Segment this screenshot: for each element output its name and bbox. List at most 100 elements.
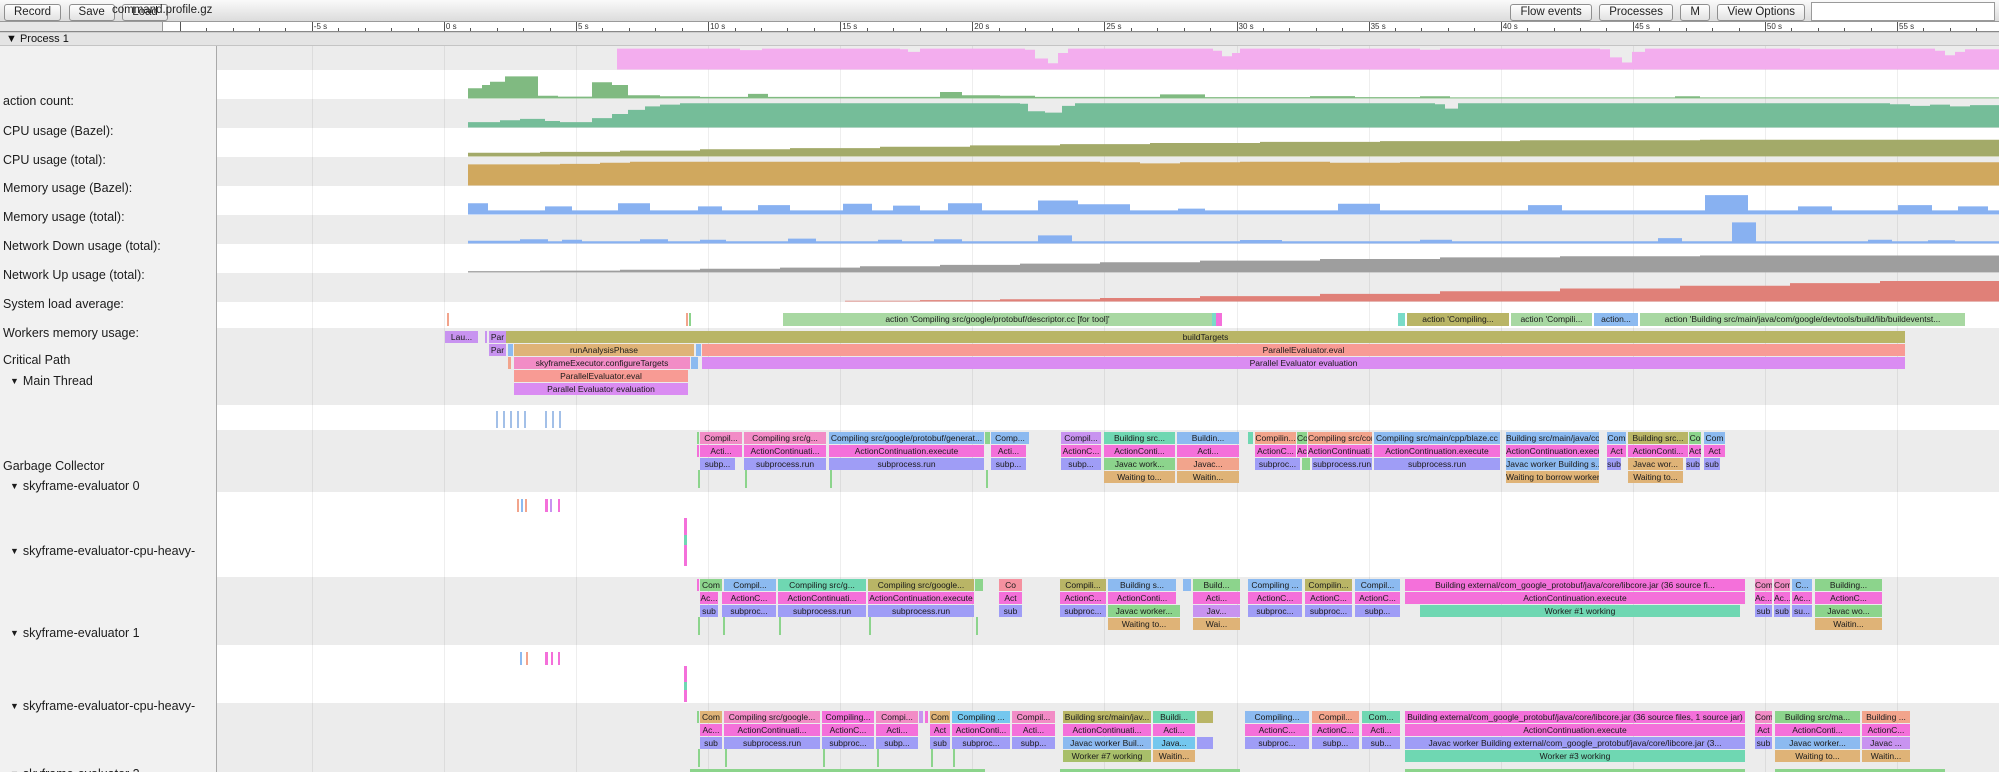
trace-span[interactable]: Waitin... — [1177, 471, 1239, 483]
trace-span[interactable] — [517, 499, 519, 512]
trace-span[interactable]: Jav... — [1193, 605, 1240, 617]
trace-span[interactable] — [723, 617, 725, 635]
trace-span[interactable]: ActionContinuati... — [1308, 445, 1372, 457]
trace-span[interactable]: Compiling src/google/protobuf/generat... — [829, 432, 984, 444]
timeline-ruler[interactable]: -5 s0 s5 s10 s15 s20 s25 s30 s35 s40 s45… — [0, 22, 1999, 32]
trace-span[interactable] — [545, 411, 547, 428]
trace-span[interactable] — [830, 470, 832, 488]
record-button[interactable]: Record — [4, 4, 61, 21]
trace-span[interactable] — [725, 749, 727, 767]
trace-span[interactable]: ActionC... — [1815, 592, 1882, 604]
trace-span[interactable]: ActionContinuati... — [724, 724, 820, 736]
trace-span[interactable]: Compiling src/g... — [778, 579, 866, 591]
trace-span[interactable]: Building... — [1815, 579, 1882, 591]
trace-span[interactable]: Co — [999, 579, 1022, 591]
trace-span[interactable]: subp... — [1061, 458, 1101, 470]
trace-span[interactable]: Javac worker Building external/com_googl… — [1405, 737, 1745, 749]
trace-span[interactable]: Act — [1704, 445, 1725, 457]
trace-span[interactable]: Lau... — [445, 331, 478, 343]
trace-span[interactable]: Compiling src/core/... — [1308, 432, 1372, 444]
trace-span[interactable]: sub — [1686, 458, 1700, 470]
trace-span[interactable]: Ac... — [1792, 592, 1812, 604]
trace-span[interactable] — [698, 617, 700, 635]
trace-span[interactable]: Building external/com_google_protobuf/ja… — [1405, 711, 1745, 723]
trace-span[interactable]: ActionC... — [822, 724, 874, 736]
trace-span[interactable]: subprocess.run — [1374, 458, 1500, 470]
trace-span[interactable] — [520, 652, 522, 665]
trace-span[interactable]: Waitin... — [1862, 750, 1910, 762]
trace-span[interactable] — [779, 617, 781, 635]
trace-span[interactable]: action 'Compiling src/google/protobuf/de… — [783, 313, 1212, 326]
trace-span[interactable]: sub — [999, 605, 1022, 617]
trace-span[interactable] — [551, 652, 553, 665]
trace-span[interactable]: Javac wo... — [1815, 605, 1882, 617]
trace-span[interactable]: Compilin... — [1305, 579, 1352, 591]
trace-span[interactable] — [1216, 313, 1222, 326]
trace-span[interactable]: sub — [700, 605, 718, 617]
trace-span[interactable]: ActionContinuation.execute — [1405, 592, 1745, 604]
trace-span[interactable]: sub — [1774, 605, 1790, 617]
trace-span[interactable]: ActionContinuation.execute — [829, 445, 984, 457]
collapse-arrow-icon[interactable]: ▼ — [10, 481, 19, 491]
trace-span[interactable]: Waiting to... — [1628, 471, 1683, 483]
trace-span[interactable] — [1183, 579, 1191, 591]
trace-span[interactable]: Waiting to... — [1108, 618, 1180, 630]
trace-span[interactable]: subprocess.run — [778, 605, 866, 617]
trace-span[interactable] — [877, 749, 879, 767]
trace-span[interactable] — [1248, 432, 1253, 444]
trace-span[interactable]: subproc... — [1255, 458, 1300, 470]
trace-span[interactable]: subproc... — [1060, 605, 1106, 617]
trace-span[interactable] — [953, 749, 955, 767]
trace-span[interactable] — [684, 535, 687, 545]
trace-span[interactable]: sub — [930, 737, 950, 749]
trace-span[interactable]: subprocess.run — [744, 458, 826, 470]
trace-span[interactable] — [1197, 737, 1213, 749]
trace-span[interactable]: Compiling src/google... — [724, 711, 820, 723]
trace-span[interactable]: Acti... — [991, 445, 1026, 457]
trace-span[interactable]: Par — [489, 331, 506, 343]
trace-span[interactable]: Act — [1607, 445, 1626, 457]
trace-span[interactable]: Com... — [1362, 711, 1400, 723]
trace-span[interactable]: C... — [1792, 579, 1812, 591]
trace-span[interactable]: Compilin... — [1255, 432, 1296, 444]
trace-span[interactable]: Javac worker Buil... — [1063, 737, 1151, 749]
trace-span[interactable]: Acti... — [700, 445, 742, 457]
trace-span[interactable] — [545, 499, 548, 512]
trace-span[interactable]: Waitin... — [1815, 618, 1882, 630]
trace-span[interactable] — [698, 749, 700, 767]
trace-span[interactable]: subprocess.run — [1312, 458, 1372, 470]
trace-span[interactable] — [696, 344, 701, 356]
trace-span[interactable]: ActionC... — [1255, 445, 1296, 457]
trace-span[interactable] — [526, 652, 528, 665]
flow-events-button[interactable]: Flow events — [1510, 4, 1591, 21]
trace-span[interactable]: Ac... — [1755, 592, 1772, 604]
trace-span[interactable]: action... — [1594, 313, 1638, 326]
trace-span[interactable]: action 'Compiling... — [1407, 313, 1509, 326]
trace-span[interactable]: Building src/main/jav... — [1063, 711, 1151, 723]
trace-span[interactable]: Compiling... — [1245, 711, 1309, 723]
trace-span[interactable]: subproc... — [722, 605, 776, 617]
trace-span[interactable]: Wai... — [1193, 618, 1240, 630]
trace-span[interactable]: ActionC... — [1248, 592, 1302, 604]
track-label[interactable]: ▼Main Thread — [10, 374, 93, 388]
trace-span[interactable]: Building external/com_google_protobuf/ja… — [1405, 579, 1745, 591]
trace-span[interactable]: ParallelEvaluator.eval — [514, 370, 688, 382]
trace-span[interactable] — [684, 690, 687, 702]
trace-span[interactable]: ActionC... — [1061, 445, 1101, 457]
trace-span[interactable]: Act — [1755, 724, 1772, 736]
trace-span[interactable]: Compiling... — [822, 711, 874, 723]
trace-span[interactable]: Javac worker Building s... — [1506, 458, 1599, 470]
trace-span[interactable]: Javac worker... — [1108, 605, 1180, 617]
trace-span[interactable]: Worker #3 working — [1405, 750, 1745, 762]
collapse-arrow-icon[interactable]: ▼ — [10, 628, 19, 638]
trace-span[interactable]: Acti... — [1012, 724, 1055, 736]
trace-span[interactable]: subprocess.run — [829, 458, 984, 470]
track-label[interactable]: ▼skyframe-evaluator 1 — [10, 626, 140, 640]
trace-span[interactable]: Compil... — [700, 432, 742, 444]
trace-span[interactable] — [510, 411, 512, 428]
trace-span[interactable]: Build... — [1193, 579, 1240, 591]
trace-span[interactable]: Javac worker... — [1775, 737, 1860, 749]
trace-span[interactable]: Comp... — [991, 432, 1029, 444]
trace-span[interactable] — [684, 682, 687, 690]
trace-span[interactable]: Compil... — [1012, 711, 1055, 723]
